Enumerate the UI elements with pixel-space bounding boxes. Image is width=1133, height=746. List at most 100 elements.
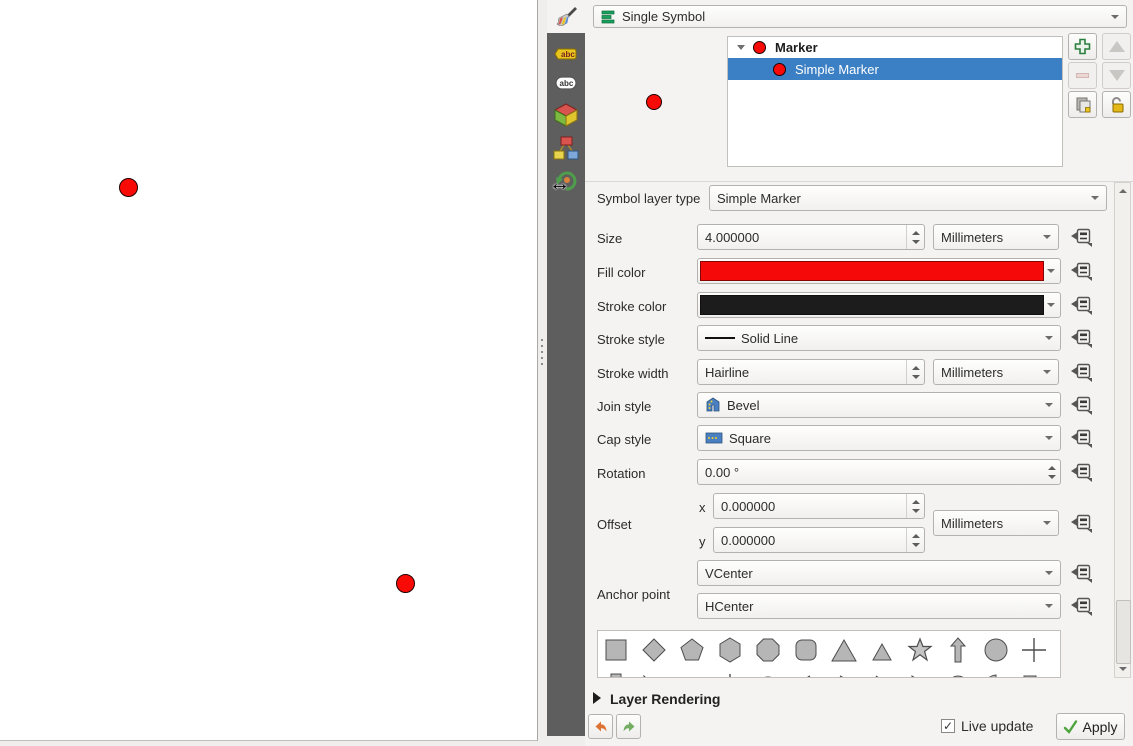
size-unit-select[interactable]: Millimeters <box>933 224 1059 250</box>
scroll-down-icon[interactable] <box>1115 663 1130 675</box>
scroll-up-icon[interactable] <box>1115 185 1130 197</box>
spin-up-icon <box>1048 466 1056 470</box>
stroke-width-spinbox[interactable]: Hairline <box>697 359 925 385</box>
shape-arc-left-icon[interactable] <box>792 671 820 678</box>
tab-symbology[interactable] <box>547 0 585 33</box>
cap-style-select[interactable]: Square <box>697 425 1061 451</box>
shape-diamond-icon[interactable] <box>640 635 668 665</box>
data-defined-override-button[interactable] <box>1068 560 1096 586</box>
tab-diagrams[interactable] <box>547 133 585 163</box>
symbol-layer-type-label: Symbol layer type <box>597 191 700 206</box>
spin-buttons[interactable] <box>906 360 924 384</box>
tree-item-simple-marker[interactable]: Simple Marker <box>728 58 1062 80</box>
shape-arc-right-icon[interactable] <box>830 671 858 678</box>
section-divider <box>585 181 1133 182</box>
marker-symbol-icon <box>753 41 766 54</box>
shape-diagonal-half-icon[interactable] <box>640 671 668 678</box>
layer-rendering-header[interactable]: Layer Rendering <box>610 691 720 707</box>
shape-arrow-up-icon[interactable] <box>944 635 972 665</box>
map-canvas[interactable] <box>0 0 538 741</box>
shape-rounded-square-icon[interactable] <box>792 635 820 665</box>
shape-chevron-right-icon[interactable] <box>868 671 896 678</box>
data-defined-override-button[interactable] <box>1068 459 1096 485</box>
data-defined-override-button[interactable] <box>1068 392 1096 418</box>
shape-circle-icon[interactable] <box>982 635 1010 665</box>
anchor-vertical-select[interactable]: VCenter <box>697 560 1061 586</box>
shape-triangle-icon[interactable] <box>830 635 858 665</box>
data-defined-override-button[interactable] <box>1068 258 1096 284</box>
data-defined-override-button[interactable] <box>1068 510 1096 536</box>
spin-buttons[interactable] <box>1043 460 1060 484</box>
offset-x-spinbox[interactable]: 0.000000 <box>713 493 925 519</box>
anchor-horizontal-select[interactable]: HCenter <box>697 593 1061 619</box>
shape-semicircle-icon[interactable] <box>754 671 782 678</box>
symbol-layer-type-select[interactable]: Simple Marker <box>709 185 1107 211</box>
data-defined-override-icon <box>1070 362 1094 382</box>
duplicate-symbol-layer-button[interactable] <box>1068 91 1097 118</box>
offset-unit-select[interactable]: Millimeters <box>933 510 1059 536</box>
spin-buttons[interactable] <box>906 494 924 518</box>
data-defined-override-button[interactable] <box>1068 593 1096 619</box>
move-down-button[interactable] <box>1102 62 1131 89</box>
tab-3d-view[interactable] <box>547 100 585 130</box>
data-defined-override-icon <box>1070 596 1094 616</box>
marker-shape-picker[interactable] <box>597 630 1061 678</box>
chevron-down-icon <box>1043 370 1051 374</box>
color-dropdown-section[interactable] <box>1044 295 1058 315</box>
shape-hexagon-icon[interactable] <box>716 635 744 665</box>
tree-item-marker[interactable]: Marker <box>728 37 1062 58</box>
data-defined-override-button[interactable] <box>1068 325 1096 351</box>
live-update-checkbox[interactable]: ✓ <box>941 719 955 733</box>
scrollbar-thumb[interactable] <box>1116 600 1131 664</box>
shape-right-triangle-icon[interactable] <box>906 671 934 678</box>
stroke-style-select[interactable]: Solid Line <box>697 325 1061 351</box>
shape-octagon-icon[interactable] <box>754 635 782 665</box>
renderer-select[interactable]: Single Symbol <box>593 5 1127 28</box>
data-defined-override-button[interactable] <box>1068 292 1096 318</box>
shape-quarter-square-icon[interactable] <box>1020 671 1048 678</box>
color-dropdown-section[interactable] <box>1044 261 1058 281</box>
splitter-dot <box>541 351 543 353</box>
move-up-button[interactable] <box>1102 33 1131 60</box>
shape-square-icon[interactable] <box>602 635 630 665</box>
shape-third-circle-icon[interactable] <box>982 671 1010 678</box>
apply-button[interactable]: Apply <box>1056 713 1125 740</box>
shape-pentagon-icon[interactable] <box>678 635 706 665</box>
add-symbol-layer-button[interactable] <box>1068 33 1097 60</box>
collapse-expander-icon[interactable] <box>737 45 745 50</box>
symbol-layers-tree[interactable]: Marker Simple Marker <box>727 36 1063 167</box>
shape-half-circle-icon[interactable] <box>944 671 972 678</box>
bevel-join-icon <box>705 397 721 413</box>
tab-callouts[interactable]: abc <box>547 69 585 99</box>
undo-button[interactable] <box>588 714 613 739</box>
shape-star-icon[interactable] <box>906 635 934 665</box>
spin-buttons[interactable] <box>906 225 924 249</box>
properties-scrollbar[interactable] <box>1114 182 1131 678</box>
unlock-icon <box>1108 96 1126 114</box>
lock-colors-button[interactable] <box>1102 91 1131 118</box>
tab-labels[interactable]: abc <box>547 39 585 69</box>
shape-cross-icon[interactable] <box>1020 635 1048 665</box>
data-defined-override-button[interactable] <box>1068 359 1096 385</box>
layer-rendering-expander-icon[interactable] <box>593 692 601 704</box>
plus-icon <box>1074 38 1091 55</box>
join-style-select[interactable]: Bevel <box>697 392 1061 418</box>
offset-y-spinbox[interactable]: 0.000000 <box>713 527 925 553</box>
spin-buttons[interactable] <box>906 528 924 552</box>
panel-splitter-handle[interactable] <box>538 0 547 746</box>
shape-vertical-line-icon[interactable] <box>716 671 744 678</box>
rotation-spinbox[interactable]: 0.00 ° <box>697 459 1061 485</box>
redo-button[interactable] <box>616 714 641 739</box>
stroke-color-button[interactable] <box>697 292 1061 318</box>
stroke-width-unit-select[interactable]: Millimeters <box>933 359 1059 385</box>
shape-half-square-icon[interactable] <box>602 671 630 678</box>
data-defined-override-button[interactable] <box>1068 425 1096 451</box>
remove-symbol-layer-button[interactable] <box>1068 62 1097 89</box>
fill-color-button[interactable] <box>697 258 1061 284</box>
anchor-point-label: Anchor point <box>597 587 670 602</box>
shape-equilateral-triangle-icon[interactable] <box>868 635 896 665</box>
size-spinbox[interactable]: 4.000000 <box>697 224 925 250</box>
undo-arrow-icon <box>593 719 609 735</box>
data-defined-override-button[interactable] <box>1068 224 1096 250</box>
shape-chevron-icon[interactable] <box>678 671 706 678</box>
